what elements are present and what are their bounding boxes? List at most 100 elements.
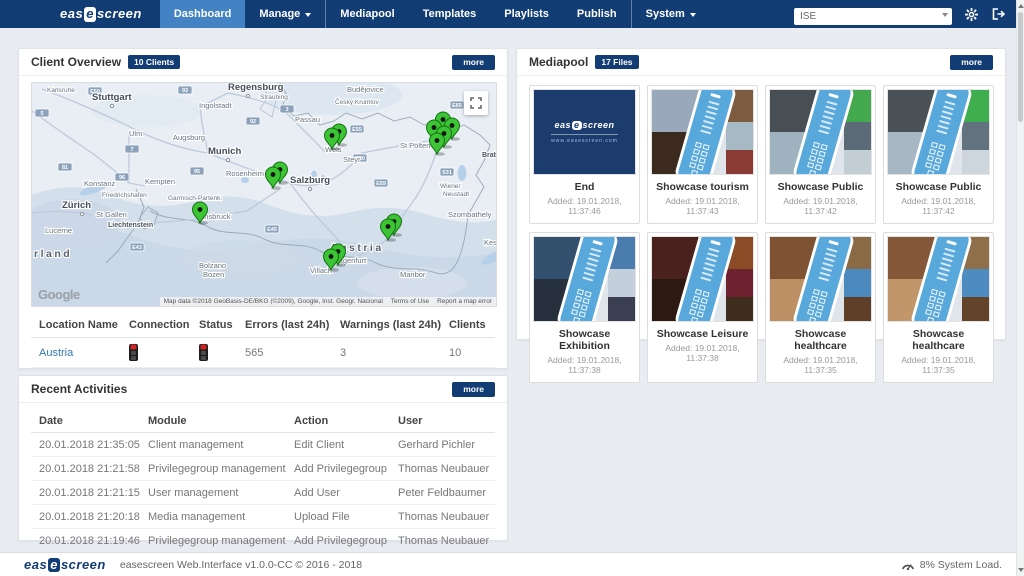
- nav-item-system[interactable]: System: [632, 0, 710, 28]
- road-shield: 95: [190, 167, 204, 175]
- page-scrollbar[interactable]: [1016, 0, 1024, 576]
- media-thumbnail: [769, 236, 872, 322]
- map-city-label: Rosenheim: [226, 169, 264, 178]
- map-city-label: Lucerne: [45, 226, 72, 235]
- map-city-label: Ingolstadt: [199, 101, 232, 110]
- media-card-end[interactable]: easescreenwww.easescreen.comEndAdded: 19…: [529, 85, 640, 224]
- activity-date: 20.01.2018 21:35:05: [39, 439, 148, 451]
- road-shield: E55: [350, 125, 364, 133]
- mediapool-more-button[interactable]: more: [950, 55, 993, 70]
- activity-module: Privilegegroup management: [148, 463, 294, 475]
- nav-item-dashboard[interactable]: Dashboard: [160, 0, 245, 28]
- road-shield: S31: [440, 168, 454, 176]
- scroll-up-arrow-icon[interactable]: [1018, 4, 1024, 8]
- media-added-timestamp: Added: 19.01.2018, 11:37:42: [769, 196, 872, 216]
- connection-status-icon: [129, 344, 138, 361]
- nav-item-mediapool[interactable]: Mediapool: [326, 0, 408, 28]
- column-header: User: [398, 415, 505, 427]
- media-cards-grid: easescreenwww.easescreen.comEndAdded: 19…: [517, 76, 1005, 392]
- media-card-showcase-public[interactable]: Showcase PublicAdded: 19.01.2018, 11:37:…: [883, 85, 994, 224]
- activity-row[interactable]: 20.01.2018 21:21:15User managementAdd Us…: [31, 481, 495, 505]
- media-title: Showcase healthcare: [769, 328, 872, 352]
- settings-button[interactable]: [964, 7, 979, 22]
- media-thumbnail: [651, 236, 754, 322]
- road-shield: 81: [58, 163, 72, 171]
- nav-item-playlists[interactable]: Playlists: [490, 0, 563, 28]
- activity-date: 20.01.2018 21:19:46: [39, 535, 148, 547]
- activity-row[interactable]: 20.01.2018 21:21:58Privilegegroup manage…: [31, 457, 495, 481]
- column-header: Warnings (last 24h): [340, 319, 449, 331]
- activities-more-button[interactable]: more: [452, 382, 495, 397]
- nav-item-publish[interactable]: Publish: [563, 0, 632, 28]
- column-header: Errors (last 24h): [245, 319, 340, 331]
- media-title: Showcase Leisure: [651, 328, 754, 340]
- nav-item-templates[interactable]: Templates: [409, 0, 491, 28]
- activity-action: Add Privilegegroup: [294, 463, 398, 475]
- svg-text:E59: E59: [376, 181, 386, 187]
- nav-item-label: Playlists: [504, 8, 549, 20]
- footer: easescreen easescreen Web.Interface v1.0…: [0, 552, 1016, 576]
- errors-value: 565: [245, 347, 340, 359]
- svg-text:81: 81: [62, 165, 68, 171]
- svg-text:96: 96: [119, 175, 125, 181]
- map-city-label: Salzburg: [290, 175, 330, 186]
- thumbnail-url-text: www.easescreen.com: [551, 134, 618, 144]
- report-map-error-link[interactable]: Report a map error: [437, 298, 492, 305]
- map-city-label: St Pölten: [400, 141, 430, 150]
- activity-user: Thomas Neubauer: [398, 535, 505, 547]
- media-added-timestamp: Added: 19.01.2018, 11:37:42: [887, 196, 990, 216]
- media-added-timestamp: Added: 19.01.2018, 11:37:35: [769, 355, 872, 375]
- fullscreen-icon: [470, 97, 482, 109]
- client-overview-panel: Client Overview 10 Clients more: [18, 48, 508, 369]
- map-city-label: Garmisch-Partenk.: [168, 195, 222, 202]
- nav-item-manage[interactable]: Manage: [245, 0, 326, 28]
- clients-map[interactable]: E505939279596813E55E60E59E65E43E45S31 Ka…: [31, 82, 497, 307]
- table-row[interactable]: Austria565310: [31, 338, 495, 368]
- map-city-label: Ulm: [129, 129, 142, 138]
- logout-button[interactable]: [991, 7, 1006, 21]
- column-header: Date: [39, 415, 148, 427]
- media-card-showcase-exhibition[interactable]: Showcase ExhibitionAdded: 19.01.2018, 11…: [529, 232, 640, 383]
- map-city-label: Maribor: [400, 270, 426, 279]
- activity-date: 20.01.2018 21:21:15: [39, 487, 148, 499]
- media-card-showcase-healthcare[interactable]: Showcase healthcareAdded: 19.01.2018, 11…: [883, 232, 994, 383]
- media-card-showcase-healthcare[interactable]: Showcase healthcare Added: 19.01.2018, 11…: [765, 232, 876, 383]
- client-overview-more-button[interactable]: more: [452, 55, 495, 70]
- activity-module: Media management: [148, 511, 294, 523]
- scrollbar-thumb[interactable]: [1018, 12, 1023, 122]
- gear-icon: [964, 7, 979, 22]
- status-icon: [199, 344, 208, 361]
- map-city-label: Konstanz: [84, 179, 116, 188]
- brand-logo[interactable]: easescreen: [0, 0, 160, 28]
- activity-module: User management: [148, 487, 294, 499]
- map-fullscreen-button[interactable]: [464, 91, 488, 115]
- media-card-showcase-leisure[interactable]: Showcase LeisureAdded: 19.01.2018, 11:37…: [647, 232, 758, 383]
- road-shield: E65: [450, 101, 464, 109]
- map-city-label: rland: [34, 248, 72, 260]
- activity-row[interactable]: 20.01.2018 21:20:18Media managementUploa…: [31, 505, 495, 529]
- terms-of-use-link[interactable]: Terms of Use: [391, 298, 429, 305]
- google-logo[interactable]: Google: [38, 287, 80, 302]
- activity-action: Edit Client: [294, 439, 398, 451]
- chevron-down-icon: [690, 13, 696, 17]
- clients-count-badge: 10 Clients: [128, 55, 180, 69]
- activity-row[interactable]: 20.01.2018 21:19:46Privilegegroup manage…: [31, 529, 495, 553]
- media-card-showcase-public[interactable]: Showcase PublicAdded: 19.01.2018, 11:37:…: [765, 85, 876, 224]
- chevron-down-icon[interactable]: [942, 13, 948, 17]
- client-search-select[interactable]: [794, 6, 952, 23]
- svg-text:S31: S31: [442, 170, 452, 176]
- scroll-down-arrow-icon[interactable]: [1018, 568, 1024, 572]
- location-link[interactable]: Austria: [39, 347, 73, 359]
- road-shield: E45: [265, 225, 279, 233]
- search-input[interactable]: [794, 8, 952, 25]
- activity-row[interactable]: 20.01.2018 21:35:05Client managementEdit…: [31, 433, 495, 457]
- map-city-label: Stuttgart: [92, 92, 132, 103]
- media-card-showcase-tourism[interactable]: Showcase tourismAdded: 19.01.2018, 11:37…: [647, 85, 758, 224]
- activity-user: Gerhard Pichler: [398, 439, 505, 451]
- svg-text:E55: E55: [352, 127, 362, 133]
- panel-title: Recent Activities: [31, 382, 127, 396]
- media-thumbnail: [769, 89, 872, 175]
- easescreen-logo: easescreen: [24, 557, 106, 572]
- activity-module: Privilegegroup management: [148, 535, 294, 547]
- panel-title: Client Overview: [31, 55, 121, 69]
